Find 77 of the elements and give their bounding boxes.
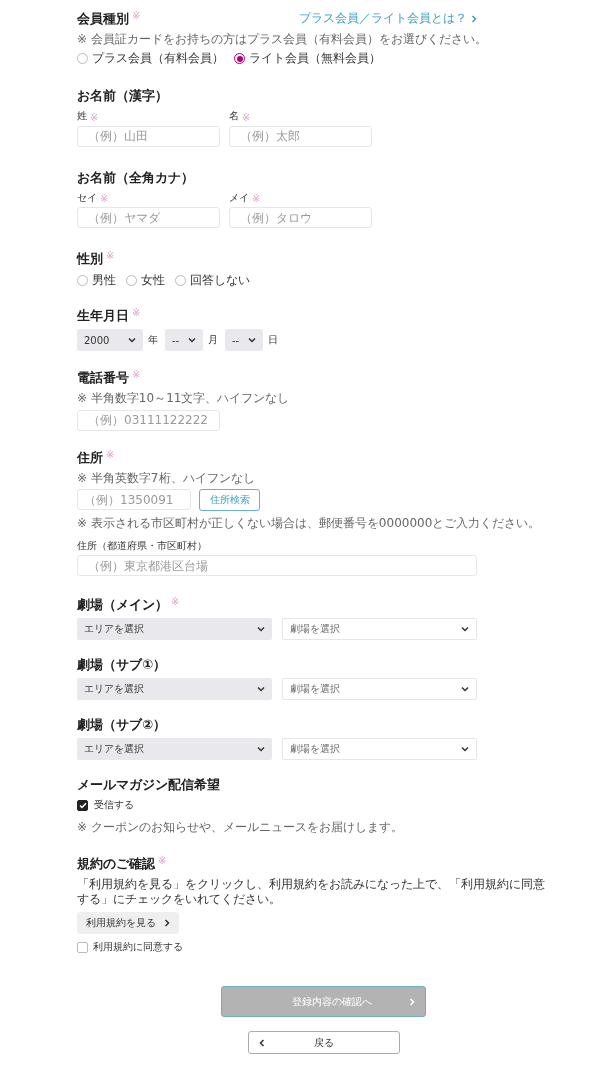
input-field[interactable]: （例）03111122222: [77, 409, 220, 431]
chevron-down-icon: [461, 686, 469, 692]
input-field[interactable]: （例）タロウ: [229, 207, 372, 228]
hint-text: ※ 会員証カードをお持ちの方はプラス会員（有料会員）をお選びください。: [77, 32, 488, 47]
area-dropdown[interactable]: エリアを選択: [77, 678, 272, 700]
dropdown[interactable]: --: [165, 329, 203, 351]
input-field[interactable]: （例）東京都港区台場: [77, 555, 477, 576]
checkbox[interactable]: [77, 941, 88, 953]
chevron-down-icon: [188, 337, 196, 343]
field-label: 名: [229, 109, 239, 123]
chevron-down-icon: [257, 626, 265, 632]
input-field[interactable]: （例）1350091: [77, 489, 191, 510]
hint-text: ※ 半角数字10～11文字、ハイフンなし: [77, 391, 291, 406]
section-heading: お名前（漢字）: [77, 87, 168, 105]
theater-dropdown[interactable]: 劇場を選択: [282, 738, 477, 760]
radio-option[interactable]: 回答しない: [175, 272, 250, 289]
section-heading: 劇場（サブ①）: [77, 656, 166, 674]
section-heading: 性別: [77, 250, 103, 268]
radio-option[interactable]: 男性: [77, 272, 116, 289]
section-heading: 劇場（メイン）: [77, 596, 168, 614]
input-field[interactable]: （例）太郎: [229, 125, 372, 147]
area-dropdown[interactable]: エリアを選択: [77, 618, 272, 640]
section-heading: 劇場（サブ②）: [77, 716, 166, 734]
section-heading: 会員種別: [77, 10, 129, 28]
checkbox-label[interactable]: 利用規約に同意する: [93, 940, 183, 954]
radio-option[interactable]: 女性: [126, 272, 165, 289]
theater-dropdown[interactable]: 劇場を選択: [282, 618, 477, 640]
chevron-left-icon: [258, 1038, 265, 1047]
field-label: 姓: [77, 109, 87, 123]
chevron-down-icon: [128, 337, 136, 343]
checkbox[interactable]: [77, 799, 88, 811]
required-mark: ※: [106, 448, 115, 460]
required-mark: ※: [132, 10, 141, 21]
required-mark: ※: [252, 193, 261, 204]
chevron-right-icon: [471, 14, 477, 23]
hint-text: ※ 半角英数字7桁、ハイフンなし: [77, 470, 256, 486]
chevron-down-icon: [257, 686, 265, 692]
required-mark: ※: [100, 193, 109, 204]
dropdown[interactable]: --: [225, 329, 263, 351]
chevron-down-icon: [248, 337, 256, 343]
checkbox-label[interactable]: 受信する: [94, 798, 134, 812]
view-terms-button[interactable]: 利用規約を見る: [77, 912, 179, 934]
field-label: セイ: [77, 190, 97, 205]
field-label: 住所（都道府県・市区町村）: [77, 538, 208, 553]
input-field[interactable]: （例）山田: [77, 125, 220, 147]
hint-text: ※ クーポンのお知らせや、メールニュースをお届けします。: [77, 820, 404, 835]
radio-option[interactable]: プラス会員（有料会員）: [77, 50, 224, 67]
section-heading: 生年月日: [77, 307, 129, 325]
back-button[interactable]: 戻る: [247, 1031, 400, 1054]
chevron-down-icon: [461, 746, 469, 752]
unit-label: 年: [148, 333, 158, 347]
required-mark: ※: [171, 596, 180, 607]
chevron-down-icon: [461, 626, 469, 632]
section-heading: お名前（全角カナ）: [77, 168, 194, 187]
section-heading: 電話番号: [77, 369, 129, 387]
required-mark: ※: [132, 369, 141, 380]
dropdown[interactable]: 2000: [77, 329, 143, 351]
theater-dropdown[interactable]: 劇場を選択: [282, 678, 477, 700]
chevron-right-icon: [409, 997, 415, 1006]
radio-option[interactable]: ライト会員（無料会員）: [234, 50, 381, 67]
required-mark: ※: [90, 111, 99, 123]
hint-text: ※ 表示される市区町村が正しくない場合は、郵便番号を0000000とご入力ください。: [77, 515, 542, 531]
section-heading: 住所: [77, 448, 103, 467]
instruction-text: 「利用規約を見る」をクリックし、利用規約をお読みになった上で、「利用規約に同意する」にチェックをいれてください。: [77, 877, 546, 907]
input-field[interactable]: （例）ヤマダ: [77, 207, 220, 228]
field-label: メイ: [229, 190, 249, 205]
section-heading: メールマガジン配信希望: [77, 776, 220, 794]
required-mark: ※: [242, 111, 251, 123]
chevron-down-icon: [257, 746, 265, 752]
required-mark: ※: [132, 307, 141, 318]
chevron-right-icon: [164, 919, 170, 927]
unit-label: 月: [208, 333, 218, 347]
area-dropdown[interactable]: エリアを選択: [77, 738, 272, 760]
unit-label: 日: [268, 333, 278, 347]
required-mark: ※: [158, 855, 167, 866]
section-heading: 規約のご確認: [77, 855, 155, 873]
required-mark: ※: [106, 250, 115, 261]
